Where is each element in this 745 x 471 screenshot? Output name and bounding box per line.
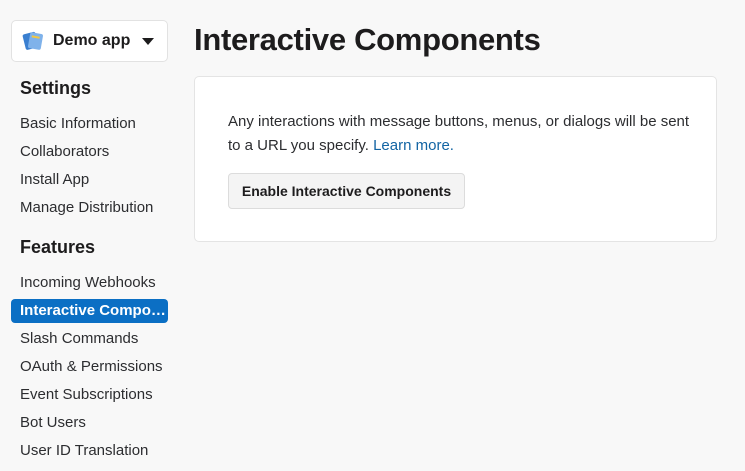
app-switcher[interactable]: Demo app (11, 20, 168, 62)
description-text: Any interactions with message buttons, m… (228, 113, 690, 154)
page-title: Interactive Components (194, 22, 541, 57)
sidebar-item-collaborators[interactable]: Collaborators (11, 140, 168, 164)
app-icon (22, 30, 44, 52)
sidebar-item-slash-commands[interactable]: Slash Commands (11, 327, 168, 351)
chevron-down-icon (142, 38, 154, 45)
sidebar-item-interactive-components[interactable]: Interactive Components (11, 299, 168, 323)
settings-section-title: Settings (20, 78, 92, 98)
sidebar-item-install-app[interactable]: Install App (11, 168, 168, 192)
app-name: Demo app (53, 32, 131, 49)
interactive-components-card: Any interactions with message buttons, m… (194, 76, 717, 242)
card-description: Any interactions with message buttons, m… (228, 110, 698, 158)
sidebar-item-bot-users[interactable]: Bot Users (11, 411, 168, 435)
sidebar-item-user-id-translation[interactable]: User ID Translation (11, 439, 168, 463)
sidebar-item-basic-information[interactable]: Basic Information (11, 112, 168, 136)
sidebar-item-manage-distribution[interactable]: Manage Distribution (11, 196, 168, 220)
sidebar-item-event-subscriptions[interactable]: Event Subscriptions (11, 383, 168, 407)
enable-interactive-components-button[interactable]: Enable Interactive Components (228, 173, 465, 209)
sidebar-item-incoming-webhooks[interactable]: Incoming Webhooks (11, 271, 168, 295)
learn-more-link[interactable]: Learn more. (373, 137, 454, 154)
features-section-title: Features (20, 237, 96, 257)
sidebar-item-oauth-permissions[interactable]: OAuth & Permissions (11, 355, 168, 379)
